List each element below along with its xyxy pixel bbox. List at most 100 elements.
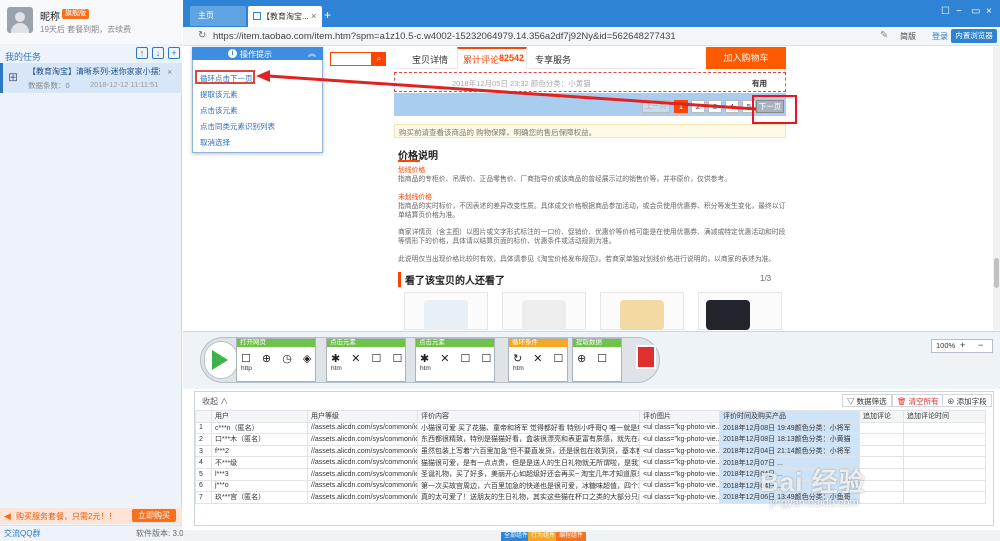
task-title[interactable]: 【教育淘宝】清晰系列-迷你家家小摆架模件... bbox=[28, 66, 160, 77]
maximize-icon[interactable]: ▭ bbox=[971, 6, 980, 17]
page-3[interactable]: 3 bbox=[708, 100, 722, 113]
table-cell[interactable]: //assets.alicdn.com/sys/common/ic... bbox=[307, 479, 418, 493]
add-task-icon[interactable]: + bbox=[168, 47, 180, 59]
simple-mode-button[interactable]: 简版 bbox=[900, 31, 916, 42]
table-cell[interactable]: 东西都很精致，特别是猫猫好看，盒装很漂亮和表更富有质感，就先在心里种草... bbox=[417, 433, 640, 446]
column-header[interactable]: 用户等级 bbox=[307, 410, 418, 423]
step-open-page[interactable]: 打开网页 ☐ ⊕ ◷ ◈ http bbox=[236, 338, 316, 382]
step-click-element[interactable]: 点击元素 ✱ ✕ ☐ ☐ htm bbox=[326, 338, 406, 382]
table-cell[interactable]: 7 bbox=[195, 491, 212, 504]
url-input[interactable]: https://item.taobao.com/item.htm?spm=a1z… bbox=[213, 31, 853, 42]
table-cell[interactable] bbox=[903, 467, 986, 481]
close-icon[interactable]: × bbox=[986, 6, 992, 17]
table-cell[interactable]: 真的太可爱了！送朋友的生日礼物，其实这些猫在杯口之类的大部分只能挂在杯子... bbox=[417, 491, 640, 504]
table-cell[interactable]: 2018年12月08日 19:49颜色分类：小将军 bbox=[719, 421, 860, 435]
table-cell[interactable]: c***n（匿名） bbox=[211, 421, 308, 435]
extract-element-option[interactable]: 提取该元素 bbox=[200, 89, 238, 100]
table-cell[interactable]: //assets.alicdn.com/sys/common/ic... bbox=[307, 444, 418, 458]
edit-icon[interactable]: ✎ bbox=[880, 30, 888, 41]
step-click-element[interactable]: 点击元素 ✱ ✕ ☐ ☐ htm bbox=[415, 338, 495, 382]
table-row[interactable]: 7 玖***宫（匿名）//assets.alicdn.com/sys/common… bbox=[195, 491, 986, 504]
click-similar-option[interactable]: 点击同类元素识别列表 bbox=[200, 121, 275, 132]
column-header[interactable]: 评价内容 bbox=[417, 410, 640, 423]
table-row[interactable]: 2 口***木（匿名）//assets.alicdn.com/sys/common… bbox=[195, 433, 986, 446]
tab-reviews[interactable]: 累计评论 bbox=[463, 53, 499, 66]
step-icons[interactable]: ✱ ✕ ☐ ☐ bbox=[327, 347, 405, 365]
taobao-search-input[interactable] bbox=[330, 52, 372, 66]
clear-all-button[interactable]: 🗑 清空所有 bbox=[892, 394, 944, 407]
table-cell[interactable]: l***3 bbox=[211, 467, 308, 481]
import-icon[interactable]: ↓ bbox=[152, 47, 164, 59]
table-cell[interactable]: <ul class="kg-photo-vie... bbox=[639, 491, 720, 504]
new-tab-button[interactable]: + bbox=[324, 8, 331, 22]
search-icon[interactable]: ⌕ bbox=[372, 52, 386, 66]
step-loop-condition[interactable]: 循环条件 ↻ ✕ ☐ htm bbox=[508, 338, 568, 382]
click-element-option[interactable]: 点击该元素 bbox=[200, 105, 238, 116]
step-icons[interactable]: ↻ ✕ ☐ bbox=[509, 347, 567, 365]
table-cell[interactable] bbox=[859, 456, 904, 469]
table-cell[interactable] bbox=[859, 421, 904, 435]
page-2[interactable]: 2 bbox=[691, 100, 705, 113]
table-cell[interactable] bbox=[859, 433, 904, 446]
table-cell[interactable]: <ul class="kg-photo-vie... bbox=[639, 444, 720, 458]
table-cell[interactable]: 猫猫很可爱，是有一点点贵，但是是送人的生日礼物就无所谓啦，是我第一次... bbox=[417, 456, 640, 469]
table-cell[interactable]: 2018年12月08日 18:13颜色分类：小黄猫 bbox=[719, 433, 860, 446]
buy-now-button[interactable]: 立即购买 bbox=[132, 509, 176, 522]
table-cell[interactable] bbox=[903, 421, 986, 435]
tab-action-components[interactable]: 行为组件 bbox=[528, 532, 559, 541]
table-cell[interactable] bbox=[903, 491, 986, 504]
table-cell[interactable]: <ul class="kg-photo-vie... bbox=[639, 467, 720, 481]
table-cell[interactable] bbox=[859, 444, 904, 458]
table-cell[interactable] bbox=[859, 467, 904, 481]
table-cell[interactable]: 玖***宫（匿名） bbox=[211, 491, 308, 504]
table-cell[interactable]: <ul class="kg-photo-vie... bbox=[639, 421, 720, 435]
table-cell[interactable] bbox=[859, 491, 904, 504]
restore-icon[interactable]: ☐ bbox=[941, 6, 950, 17]
table-cell[interactable]: <ul class="kg-photo-vie... bbox=[639, 479, 720, 493]
table-row[interactable]: 5 l***3//assets.alicdn.com/sys/common/ic.… bbox=[195, 467, 986, 481]
login-button[interactable]: 登录 bbox=[932, 31, 948, 42]
table-cell[interactable] bbox=[859, 479, 904, 493]
scrollbar-thumb[interactable] bbox=[994, 258, 999, 288]
table-cell[interactable] bbox=[903, 456, 986, 469]
table-cell[interactable]: 不***级 bbox=[211, 456, 308, 469]
table-row[interactable]: 3 f***2//assets.alicdn.com/sys/common/ic.… bbox=[195, 444, 986, 458]
table-cell[interactable]: 小猫很可爱 买了花猫、童帝和将军 觉得都好看 特别小呼哥Q 唯一就是细节做... bbox=[417, 421, 640, 435]
qq-group-link[interactable]: 交流QQ群 bbox=[4, 528, 40, 539]
column-header[interactable]: 追加评论时间 bbox=[903, 410, 986, 423]
collapse-icon[interactable]: ︽ bbox=[308, 48, 316, 59]
table-row[interactable]: 4 不***级//assets.alicdn.com/sys/common/ic.… bbox=[195, 456, 986, 469]
task-close-icon[interactable]: × bbox=[167, 67, 172, 77]
table-cell[interactable]: 2 bbox=[195, 433, 212, 446]
table-cell[interactable]: 1 bbox=[195, 421, 212, 435]
tab-program-components[interactable]: 编程组件 bbox=[556, 532, 587, 541]
step-icons[interactable]: ⊕ ☐ bbox=[573, 347, 621, 365]
step-icons[interactable]: ✱ ✕ ☐ ☐ bbox=[416, 347, 494, 365]
table-cell[interactable]: 5 bbox=[195, 467, 212, 481]
stop-button[interactable] bbox=[636, 345, 656, 369]
table-cell[interactable]: //assets.alicdn.com/sys/common/ic... bbox=[307, 421, 418, 435]
table-cell[interactable]: 6 bbox=[195, 479, 212, 493]
page-1[interactable]: 1 bbox=[674, 100, 688, 113]
tab-close-icon[interactable]: × bbox=[311, 11, 316, 21]
table-cell[interactable]: j***o bbox=[211, 479, 308, 493]
table-cell[interactable] bbox=[903, 444, 986, 458]
refresh-icon[interactable]: ↻ bbox=[198, 30, 206, 41]
step-icons[interactable]: ☐ ⊕ ◷ ◈ bbox=[237, 347, 315, 365]
column-header[interactable]: 追加评论 bbox=[859, 410, 904, 423]
tab-all-components[interactable]: 全部组件 bbox=[501, 532, 532, 541]
expiry-link[interactable]: 19天后 套餐到期，去续费 bbox=[40, 24, 131, 35]
zoom-out-button[interactable]: − bbox=[978, 340, 983, 350]
table-cell[interactable]: 圣诞礼物，买了好多，美丽开心如超级好还会再买~ 淘宝几年才知道原来评论... bbox=[417, 467, 640, 481]
tab-home[interactable]: 主页 bbox=[190, 6, 246, 26]
table-cell[interactable] bbox=[903, 479, 986, 493]
column-header[interactable] bbox=[195, 410, 212, 423]
prev-page-button[interactable]: 上一页 bbox=[642, 100, 670, 113]
filter-button[interactable]: ▽ 数据筛选 bbox=[842, 394, 892, 407]
table-cell[interactable]: f***2 bbox=[211, 444, 308, 458]
column-header[interactable]: 评价时间及购买产品 bbox=[719, 410, 860, 423]
column-header[interactable]: 评价图片 bbox=[639, 410, 720, 423]
table-cell[interactable]: 口***木（匿名） bbox=[211, 433, 308, 446]
table-row[interactable]: 6 j***o//assets.alicdn.com/sys/common/ic.… bbox=[195, 479, 986, 493]
table-cell[interactable]: 第一次买故宫周边，六百里加急的快递也是很可爱，冰糖味超值，四个才卡块... bbox=[417, 479, 640, 493]
